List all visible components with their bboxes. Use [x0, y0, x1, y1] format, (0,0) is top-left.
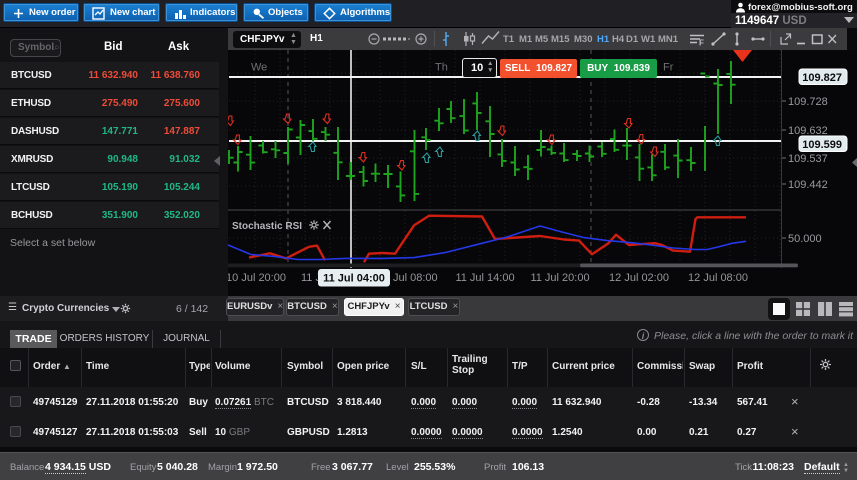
svg-text:109.632: 109.632	[788, 125, 828, 137]
svg-text:Th: Th	[435, 62, 448, 74]
svg-text:12 Jul 02:00: 12 Jul 02:00	[609, 272, 669, 284]
svg-text:We: We	[251, 62, 267, 74]
svg-text:11 Jul 04:00: 11 Jul 04:00	[323, 273, 385, 285]
svg-text:11 Jul 20:00: 11 Jul 20:00	[530, 272, 589, 284]
svg-text:Stochastic RSI: Stochastic RSI	[232, 221, 302, 232]
svg-text:F: F	[699, 39, 704, 48]
svg-text:109.537: 109.537	[788, 153, 828, 165]
svg-text:109.599: 109.599	[802, 139, 842, 151]
svg-text:12 Jul 08:00: 12 Jul 08:00	[688, 272, 748, 284]
svg-text:10 Jul 20:00: 10 Jul 20:00	[228, 272, 286, 284]
svg-text:50.000: 50.000	[788, 233, 822, 245]
svg-text:109.442: 109.442	[788, 179, 828, 191]
svg-text:109.728: 109.728	[788, 96, 828, 108]
svg-text:Fr: Fr	[663, 62, 674, 74]
svg-text:109.827: 109.827	[802, 72, 842, 84]
svg-text:11 J: 11 J	[301, 272, 321, 284]
svg-text:Jul 08:00: Jul 08:00	[393, 272, 438, 284]
svg-text:11 Jul 14:00: 11 Jul 14:00	[455, 272, 514, 284]
